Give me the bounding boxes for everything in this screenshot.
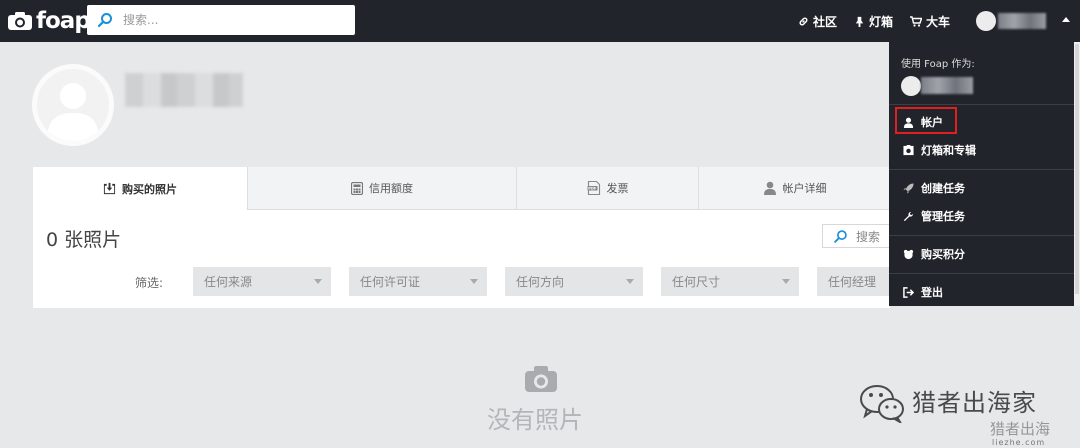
- search-icon: [97, 13, 112, 28]
- dropdown-header: 使用 Foap 作为:: [901, 59, 975, 70]
- divider: [889, 104, 1074, 105]
- menu-item-logout[interactable]: 登出: [903, 282, 943, 302]
- nav-cart[interactable]: 大车: [910, 13, 950, 30]
- default-user-icon: [47, 83, 99, 141]
- search-box[interactable]: [87, 5, 355, 35]
- filter-license-label: 任何许可证: [360, 275, 421, 289]
- filter-manager[interactable]: 任何经理: [817, 267, 890, 296]
- dropdown-user-name-blurred[interactable]: [921, 77, 973, 94]
- calculator-icon: [351, 181, 363, 195]
- nav-lightbox[interactable]: 灯箱: [854, 13, 893, 30]
- nav-cart-label: 大车: [926, 14, 951, 29]
- top-navigation-bar: foap 社区 灯箱: [0, 0, 1080, 42]
- photo-search-placeholder: 搜索: [856, 229, 881, 244]
- user-avatar[interactable]: [976, 11, 996, 31]
- watermark-sub: 猎者出海: [990, 420, 1051, 438]
- caret-up-icon[interactable]: [1062, 17, 1070, 22]
- rocket-icon: [903, 182, 914, 194]
- menu-item-manage-missions-label: 管理任务: [921, 210, 965, 223]
- page-scrollbar[interactable]: [1074, 42, 1080, 306]
- divider: [889, 169, 1074, 170]
- filter-license[interactable]: 任何许可证: [349, 267, 487, 296]
- tab-account-details-label: 帐户详细: [782, 182, 827, 195]
- cart-icon: [910, 15, 923, 27]
- menu-item-manage-missions[interactable]: 管理任务: [903, 206, 965, 226]
- filter-source[interactable]: 任何来源: [193, 267, 331, 296]
- download-photo-icon: [103, 182, 116, 195]
- profile-name-blurred: [125, 73, 243, 107]
- tab-purchased-photos[interactable]: 购买的照片: [33, 167, 247, 210]
- scrollbar-thumb[interactable]: [1075, 44, 1079, 294]
- menu-item-create-mission-label: 创建任务: [921, 182, 965, 195]
- filter-size[interactable]: 任何尺寸: [661, 267, 799, 296]
- chevron-down-icon: [626, 279, 634, 284]
- nav-community-label: 社区: [813, 14, 838, 29]
- lightbox-icon: [855, 16, 864, 27]
- nav-lightbox-label: 灯箱: [869, 14, 894, 29]
- menu-item-lightbox-albums-label: 灯箱和专辑: [921, 144, 976, 157]
- link-icon: [799, 17, 808, 25]
- nav-links: 社区 灯箱 大车: [798, 0, 967, 42]
- divider: [889, 235, 1074, 236]
- wechat-icon: [860, 385, 904, 423]
- menu-item-create-mission[interactable]: 创建任务: [903, 178, 965, 198]
- chevron-down-icon: [314, 279, 322, 284]
- photo-search-box[interactable]: 搜索: [822, 224, 890, 248]
- filter-source-label: 任何来源: [204, 275, 253, 289]
- watermark-url: liezhe.com: [992, 438, 1046, 447]
- logout-icon: [903, 286, 914, 298]
- dropdown-avatar[interactable]: [901, 76, 921, 96]
- pdf-icon: PDF: [587, 181, 600, 195]
- coins-icon: [903, 249, 914, 259]
- account-highlight-box: [895, 107, 957, 134]
- nav-community[interactable]: 社区: [798, 13, 837, 30]
- chevron-down-icon: [470, 279, 478, 284]
- account-dropdown-menu: 使用 Foap 作为: 帐户 灯箱和专辑 创建任务 管理任务 购买积分 登出: [889, 42, 1074, 306]
- wrench-icon: [903, 211, 914, 221]
- chevron-down-icon: [782, 279, 790, 284]
- filter-orientation[interactable]: 任何方向: [505, 267, 643, 296]
- menu-item-buy-credits-label: 购买积分: [921, 248, 965, 261]
- user-icon: [763, 181, 776, 195]
- search-icon: [834, 229, 847, 243]
- user-name-blurred[interactable]: [998, 13, 1046, 29]
- watermark-text: 猎者出海家: [912, 389, 1037, 417]
- tab-invoices-label: 发票: [606, 182, 629, 195]
- tab-account-details[interactable]: 帐户详细: [698, 167, 890, 210]
- filter-orientation-label: 任何方向: [516, 275, 565, 289]
- purchases-card: 购买的照片 信用额度 PDF 发票 帐户详细 0 张照片 搜索 筛选: 任何来源…: [33, 167, 890, 308]
- filter-label: 筛选:: [135, 276, 164, 290]
- profile-avatar: [32, 64, 114, 146]
- svg-text:PDF: PDF: [588, 187, 597, 191]
- profile-tabs: 购买的照片 信用额度 PDF 发票 帐户详细: [33, 167, 890, 210]
- brand-name: foap: [36, 8, 91, 34]
- menu-item-logout-label: 登出: [921, 286, 943, 299]
- photo-count: 0 张照片: [46, 229, 122, 251]
- empty-state-text: 没有照片: [487, 406, 583, 434]
- camera-icon: [8, 12, 32, 30]
- menu-item-buy-credits[interactable]: 购买积分: [903, 244, 965, 264]
- camera-icon: [525, 366, 557, 392]
- filter-size-label: 任何尺寸: [672, 275, 721, 289]
- divider: [889, 273, 1074, 274]
- menu-item-lightbox-albums[interactable]: 灯箱和专辑: [903, 140, 976, 160]
- search-input[interactable]: [123, 13, 343, 27]
- tab-invoices[interactable]: PDF 发票: [516, 167, 698, 210]
- foap-logo[interactable]: foap: [8, 8, 91, 34]
- tab-credit[interactable]: 信用额度: [247, 167, 516, 210]
- tab-credit-label: 信用额度: [369, 182, 413, 195]
- tab-purchased-photos-label: 购买的照片: [122, 182, 177, 196]
- album-icon: [903, 144, 914, 155]
- filter-manager-label: 任何经理: [828, 275, 877, 289]
